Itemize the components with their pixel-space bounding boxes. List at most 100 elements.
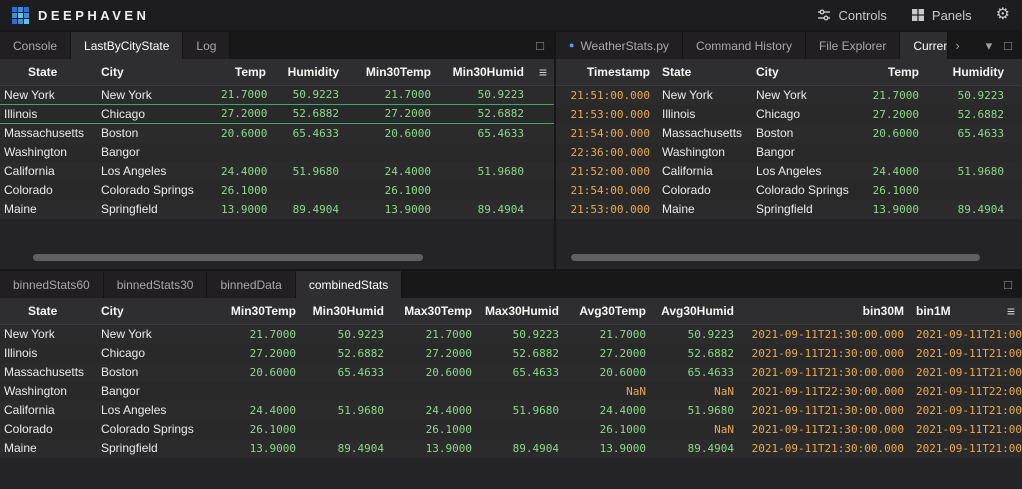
table-cell[interactable]: 2021-09-11T21:00:00.000 [910, 344, 1022, 363]
table-cell[interactable]: Colorado Springs [95, 420, 215, 439]
table-row[interactable]: CaliforniaLos Angeles24.400051.968024.40… [0, 162, 554, 181]
table-cell[interactable]: 27.2000 [215, 105, 272, 123]
table-cell[interactable]: 50.9223 [478, 325, 565, 344]
column-header-bin30m[interactable]: bin30M [740, 298, 910, 324]
table-cell[interactable]: 20.6000 [390, 363, 478, 382]
tab-binnedstats60[interactable]: binnedStats60 [0, 271, 104, 298]
table-cell[interactable]: 24.4000 [345, 162, 437, 181]
table-cell[interactable]: 89.4904 [478, 439, 565, 458]
table-cell[interactable] [855, 143, 925, 162]
table-cell[interactable] [390, 382, 478, 401]
table-cell[interactable]: California [0, 162, 95, 181]
table-row[interactable]: 21:51:00.000New YorkNew York21.700050.92… [556, 86, 1022, 105]
column-header-humidity[interactable]: Humidity [925, 59, 1010, 85]
horizontal-scrollbar[interactable] [6, 254, 548, 262]
table-row[interactable]: New YorkNew York21.700050.922321.700050.… [0, 325, 1022, 344]
table-cell[interactable]: Colorado [0, 181, 95, 200]
table-cell[interactable]: 2021-09-11T21:30:00.000 [740, 420, 910, 439]
table-cell[interactable]: Massachusetts [0, 363, 95, 382]
table-cell[interactable]: Colorado [0, 420, 95, 439]
table-cell[interactable]: NaN [652, 420, 740, 439]
table-cell[interactable]: 51.9680 [652, 401, 740, 420]
table-cell[interactable]: Illinois [656, 105, 750, 124]
table-row[interactable]: 21:52:00.000CaliforniaLos Angeles24.4000… [556, 162, 1022, 181]
table-cell[interactable]: 2021-09-11T21:00:00.000 [910, 420, 1022, 439]
table-cell[interactable] [437, 143, 530, 162]
table-row[interactable]: ColoradoColorado Springs26.100026.1000 [0, 181, 554, 200]
table-cell[interactable]: 2021-09-11T21:00:00.000 [910, 439, 1022, 458]
table-cell[interactable]: California [656, 162, 750, 181]
maximize-icon[interactable]: □ [1004, 277, 1012, 292]
table-cell[interactable]: 21:54:00.000 [556, 181, 656, 200]
table-cell[interactable] [302, 420, 390, 439]
table-cell[interactable]: Springfield [750, 200, 855, 219]
table-cell[interactable]: 89.4904 [272, 200, 345, 219]
table-cell[interactable]: 50.9223 [652, 325, 740, 344]
table-cell[interactable]: Bangor [95, 143, 215, 162]
table-cell[interactable]: 20.6000 [215, 124, 272, 143]
column-header-max30humid[interactable]: Max30Humid [478, 298, 565, 324]
table-cell[interactable]: California [0, 401, 95, 420]
table-cell[interactable]: 21:53:00.000 [556, 200, 656, 219]
scrollbar-thumb[interactable] [33, 254, 423, 261]
table-cell[interactable]: New York [95, 325, 215, 344]
column-header-temp[interactable]: Temp [855, 59, 925, 85]
table-cell[interactable]: 24.4000 [390, 401, 478, 420]
tab-command-history[interactable]: Command History [683, 32, 806, 59]
table-cell[interactable]: Massachusetts [656, 124, 750, 143]
table-cell[interactable]: 21.7000 [215, 325, 302, 344]
table-cell[interactable]: New York [0, 86, 95, 104]
column-header-min30humid[interactable]: Min30Humid [437, 59, 530, 85]
table-row[interactable]: 21:54:00.000ColoradoColorado Springs26.1… [556, 181, 1022, 200]
table-cell[interactable]: 51.9680 [272, 162, 345, 181]
table-cell[interactable]: New York [750, 86, 855, 105]
table-cell[interactable] [478, 420, 565, 439]
table-cell[interactable]: 22:36:00.000 [556, 143, 656, 162]
column-header-city[interactable]: City [95, 59, 215, 85]
table-cell[interactable]: Chicago [95, 105, 215, 123]
column-header-avg30humid[interactable]: Avg30Humid [652, 298, 740, 324]
table-cell[interactable]: Boston [95, 124, 215, 143]
table-cell[interactable]: 65.4633 [478, 363, 565, 382]
table-cell[interactable]: 27.2000 [215, 344, 302, 363]
table-cell[interactable]: 13.9000 [855, 200, 925, 219]
table-cell[interactable] [478, 382, 565, 401]
table-cell[interactable] [925, 143, 1010, 162]
table-cell[interactable]: 52.6882 [925, 105, 1010, 124]
table-cell[interactable]: Chicago [750, 105, 855, 124]
table-cell[interactable]: Boston [95, 363, 215, 382]
table-cell[interactable]: 21:51:00.000 [556, 86, 656, 105]
table-cell[interactable]: 24.4000 [565, 401, 652, 420]
table-cell[interactable]: 2021-09-11T22:00:00.000 [910, 382, 1022, 401]
table-cell[interactable]: 13.9000 [215, 200, 272, 219]
table-cell[interactable] [437, 181, 530, 200]
table-cell[interactable]: New York [95, 86, 215, 104]
table-cell[interactable]: Bangor [95, 382, 215, 401]
table-row[interactable]: 22:36:00.000WashingtonBangor [556, 143, 1022, 162]
tab-curren[interactable]: Curren [900, 32, 948, 59]
table-cell[interactable]: 21.7000 [565, 325, 652, 344]
table-cell[interactable]: 26.1000 [215, 181, 272, 200]
table-row[interactable]: IllinoisChicago27.200052.688227.200052.6… [0, 105, 554, 124]
table-row[interactable]: IllinoisChicago27.200052.688227.200052.6… [0, 344, 1022, 363]
column-header-state[interactable]: State [0, 59, 95, 85]
table-cell[interactable] [215, 143, 272, 162]
table-cell[interactable]: 13.9000 [345, 200, 437, 219]
table-row[interactable]: ColoradoColorado Springs26.100026.100026… [0, 420, 1022, 439]
table-row[interactable]: 21:54:00.000MassachusettsBoston20.600065… [556, 124, 1022, 143]
table-cell[interactable]: Chicago [95, 344, 215, 363]
table-cell[interactable]: 13.9000 [565, 439, 652, 458]
settings-button[interactable]: ⚙ [996, 0, 1010, 30]
table-cell[interactable] [345, 143, 437, 162]
table-cell[interactable]: Springfield [95, 200, 215, 219]
table-cell[interactable]: 21:54:00.000 [556, 124, 656, 143]
table-cell[interactable]: Maine [0, 439, 95, 458]
table-cell[interactable]: 52.6882 [478, 344, 565, 363]
table-row[interactable]: 21:53:00.000MaineSpringfield13.900089.49… [556, 200, 1022, 219]
chevron-down-icon[interactable]: ▾ [986, 38, 993, 54]
tab-scroll-right-button[interactable]: › [948, 32, 966, 59]
column-header-min30humid[interactable]: Min30Humid [302, 298, 390, 324]
table-cell[interactable]: 21.7000 [345, 86, 437, 104]
table-cell[interactable]: 2021-09-11T22:30:00.000 [740, 382, 910, 401]
table-cell[interactable]: 65.4633 [437, 124, 530, 143]
